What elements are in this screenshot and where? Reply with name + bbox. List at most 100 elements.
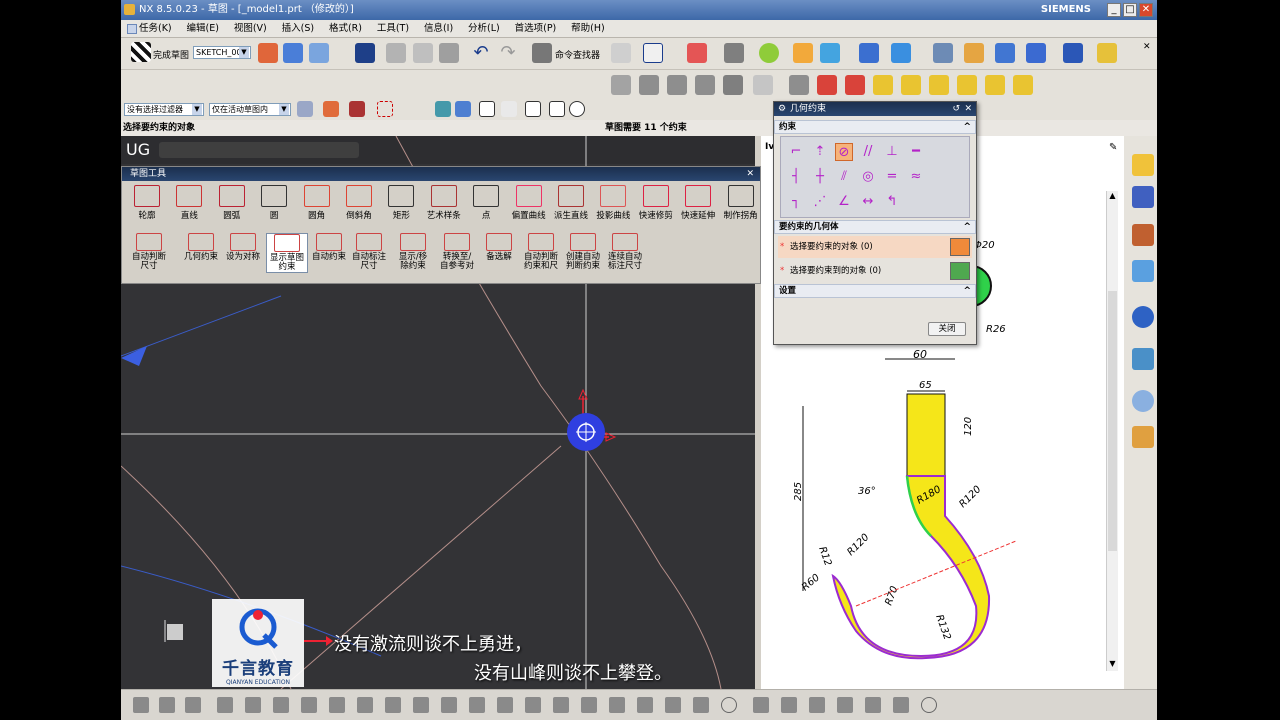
resource-icon-1[interactable] bbox=[1132, 154, 1154, 176]
bottom-icon-24[interactable] bbox=[781, 697, 797, 713]
select-object-row[interactable]: * 选择要约束的对象 (0) bbox=[778, 236, 972, 258]
align-icon-4[interactable] bbox=[957, 75, 977, 95]
resource-icon-5[interactable] bbox=[1132, 306, 1154, 328]
cut-icon[interactable] bbox=[386, 43, 406, 63]
constraint-type-13-icon[interactable]: ┐ bbox=[787, 193, 805, 211]
down-arrow-icon[interactable] bbox=[845, 75, 865, 95]
select-target-row[interactable]: * 选择要约束到的对象 (0) bbox=[778, 260, 972, 282]
constraint-type-12-icon[interactable]: ≈ bbox=[907, 168, 925, 186]
view-right-icon[interactable] bbox=[667, 75, 687, 95]
up-arrow-icon[interactable] bbox=[817, 75, 837, 95]
bottom-icon-5[interactable] bbox=[245, 697, 261, 713]
sketch-tool2-2[interactable]: 几何约束 bbox=[180, 233, 222, 262]
bottom-icon-3[interactable] bbox=[185, 697, 201, 713]
save-icon[interactable] bbox=[355, 43, 375, 63]
measure-distance-icon[interactable] bbox=[1063, 43, 1083, 63]
layer-stack-icon[interactable] bbox=[789, 75, 809, 95]
view-iso-icon[interactable] bbox=[753, 75, 773, 95]
bottom-icon-21[interactable] bbox=[693, 697, 709, 713]
view-left-icon[interactable] bbox=[695, 75, 715, 95]
selection-icon-3[interactable] bbox=[349, 101, 365, 117]
sketch-tool2-3[interactable]: 设为对称 bbox=[222, 233, 264, 262]
ruler-icon[interactable] bbox=[1097, 43, 1117, 63]
roles-icon[interactable] bbox=[1132, 426, 1154, 448]
bottom-icon-26[interactable] bbox=[837, 697, 853, 713]
sketch-tool-8[interactable]: 艺术样条 bbox=[423, 185, 465, 221]
snap-endpoint-icon[interactable] bbox=[479, 101, 495, 117]
sketch-tool2-6[interactable]: 自动标注 尺寸 bbox=[348, 233, 390, 271]
sketch-tool-11[interactable]: 派生直线 bbox=[550, 185, 592, 221]
render-style-icon[interactable] bbox=[724, 43, 744, 63]
bottom-icon-25[interactable] bbox=[809, 697, 825, 713]
bottom-icon-7[interactable] bbox=[301, 697, 317, 713]
resource-icon-3[interactable] bbox=[1132, 224, 1154, 246]
bottom-icon-10[interactable] bbox=[385, 697, 401, 713]
snap-curve-icon[interactable] bbox=[549, 101, 565, 117]
bottom-icon-15[interactable] bbox=[525, 697, 541, 713]
bottom-icon-29[interactable] bbox=[921, 697, 937, 713]
constraint-type-17-icon[interactable]: ↰ bbox=[883, 193, 901, 211]
undo-icon[interactable]: ↶ bbox=[471, 43, 491, 63]
command-finder-button[interactable]: 命令查找器 bbox=[555, 48, 600, 61]
constraint-type-1-icon[interactable]: ⌐ bbox=[787, 143, 805, 161]
sketch-orient-icon[interactable] bbox=[309, 43, 329, 63]
selection-filter-select[interactable]: 没有选择过滤器 bbox=[124, 103, 204, 116]
dialog-gear-icon[interactable]: ⚙ bbox=[778, 102, 786, 116]
menu-task[interactable]: 任务(K) bbox=[121, 20, 178, 38]
constraint-type-10-icon[interactable]: ◎ bbox=[859, 168, 877, 186]
datum-plane-icon[interactable] bbox=[891, 43, 911, 63]
sketch-tool-9[interactable]: 点 bbox=[465, 185, 507, 221]
snap-center-icon[interactable] bbox=[569, 101, 585, 117]
sketch-name-select[interactable]: SKETCH_001 bbox=[193, 46, 251, 59]
sketch-tool2-10[interactable]: 自动判断 约束和尺 bbox=[520, 233, 562, 271]
bottom-icon-19[interactable] bbox=[637, 697, 653, 713]
bottom-icon-11[interactable] bbox=[413, 697, 429, 713]
constraint-type-8-icon[interactable]: ┼ bbox=[811, 168, 829, 186]
sketch-tool-15[interactable]: 制作拐角 bbox=[720, 185, 762, 221]
constraint-type-3-icon[interactable]: ⊘ bbox=[835, 143, 853, 161]
bottom-icon-28[interactable] bbox=[893, 697, 909, 713]
sketch-tool-2[interactable]: 直线 bbox=[168, 185, 210, 221]
menu-info[interactable]: 信息(I) bbox=[418, 20, 459, 38]
section-constraint[interactable]: 约束 bbox=[774, 120, 976, 134]
align-icon-5[interactable] bbox=[985, 75, 1005, 95]
bottom-icon-13[interactable] bbox=[469, 697, 485, 713]
sketch-tool-14[interactable]: 快速延伸 bbox=[677, 185, 719, 221]
section-geometry[interactable]: 要约束的几何体 bbox=[774, 220, 976, 234]
rect-select-icon[interactable] bbox=[377, 101, 393, 117]
scroll-down-arrow[interactable]: ▼ bbox=[1107, 659, 1118, 671]
sketch-tool2-4[interactable]: 显示草图 约束 bbox=[266, 233, 308, 273]
select-object-picker-icon[interactable] bbox=[950, 238, 970, 256]
constraint-type-11-icon[interactable]: = bbox=[883, 168, 901, 186]
dialog-reset-icon[interactable]: ↺ bbox=[952, 102, 960, 116]
align-icon-6[interactable] bbox=[1013, 75, 1033, 95]
selection-icon-1[interactable] bbox=[297, 101, 313, 117]
info-icon[interactable] bbox=[643, 43, 663, 63]
sketch-tool-10[interactable]: 偏置曲线 bbox=[508, 185, 550, 221]
bottom-icon-27[interactable] bbox=[865, 697, 881, 713]
sketch-tool-3[interactable]: 圆弧 bbox=[211, 185, 253, 221]
sketch-tool-12[interactable]: 投影曲线 bbox=[592, 185, 634, 221]
bottom-icon-22[interactable] bbox=[721, 697, 737, 713]
menu-preferences[interactable]: 首选项(P) bbox=[509, 20, 563, 38]
menu-help[interactable]: 帮助(H) bbox=[565, 20, 611, 38]
menu-view[interactable]: 视图(V) bbox=[228, 20, 273, 38]
resource-icon-2[interactable] bbox=[1132, 186, 1154, 208]
view-back-icon[interactable] bbox=[723, 75, 743, 95]
dialog-close-button[interactable]: 关闭 bbox=[928, 322, 966, 336]
constraint-type-2-icon[interactable]: ⇡ bbox=[811, 143, 829, 161]
bottom-icon-12[interactable] bbox=[441, 697, 457, 713]
sketch-tool2-1[interactable]: 自动判断 尺寸 bbox=[128, 233, 170, 271]
view-top-icon[interactable] bbox=[611, 75, 631, 95]
constraint-type-6-icon[interactable]: ━ bbox=[907, 143, 925, 161]
fit-view-icon[interactable] bbox=[687, 43, 707, 63]
redo-icon[interactable]: ↷ bbox=[498, 43, 518, 63]
face-icon[interactable] bbox=[455, 101, 471, 117]
menu-analysis[interactable]: 分析(L) bbox=[462, 20, 506, 38]
sketch-icon[interactable] bbox=[258, 43, 278, 63]
constraint-type-4-icon[interactable]: // bbox=[859, 143, 877, 161]
bottom-icon-4[interactable] bbox=[217, 697, 233, 713]
view-front-icon[interactable] bbox=[639, 75, 659, 95]
wcs-icon[interactable] bbox=[859, 43, 879, 63]
align-icon-1[interactable] bbox=[873, 75, 893, 95]
